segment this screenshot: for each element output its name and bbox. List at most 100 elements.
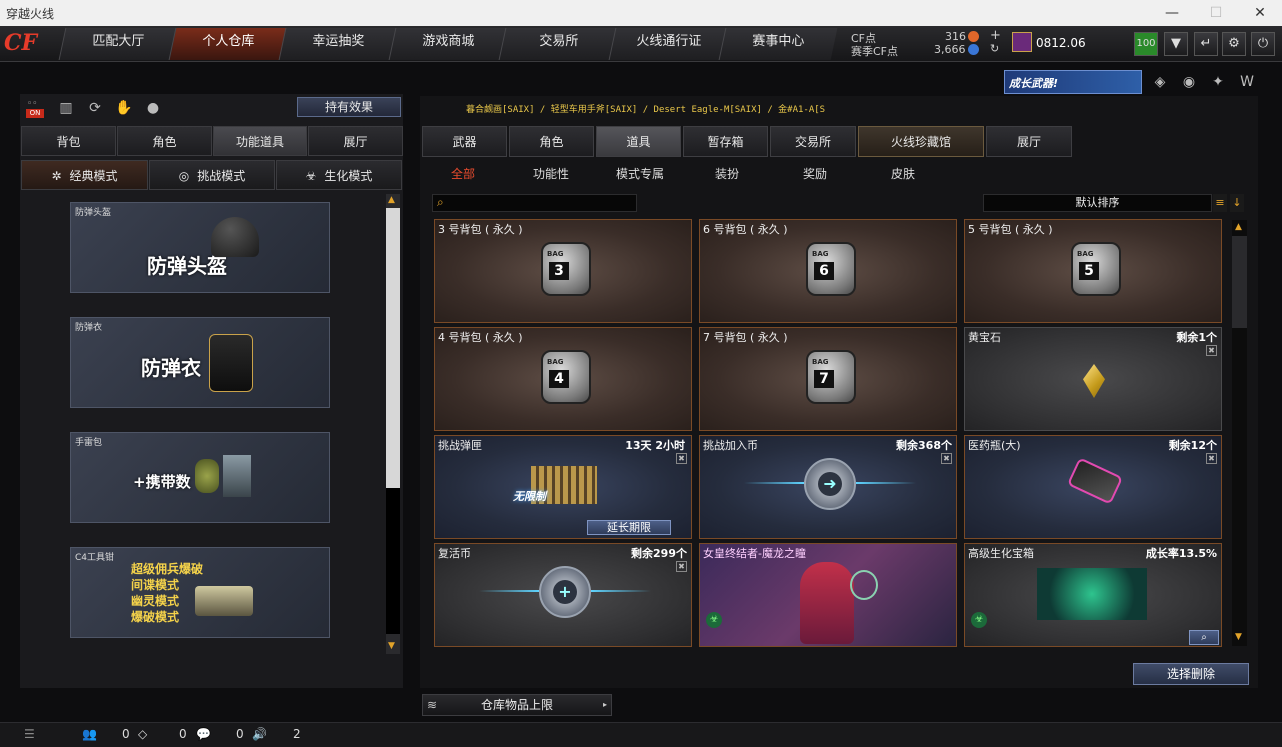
item-card-bag5[interactable]: 5 号背包 ( 永久 ) BAG 5 (964, 219, 1222, 323)
growth-weapon-banner[interactable]: 成长武器! (1004, 70, 1142, 94)
nav-tab-lottery[interactable]: 幸运抽奖 (278, 28, 398, 60)
wing-icon[interactable]: W (1237, 72, 1257, 92)
item-card-bag4[interactable]: 4 号背包 ( 永久 ) BAG 4 (434, 327, 692, 431)
clan-icon[interactable]: ◇ (138, 727, 147, 741)
right-scroll-thumb[interactable] (1232, 236, 1247, 328)
subtab-dress[interactable]: 装扮 (707, 164, 747, 184)
subtab-skin[interactable]: 皮肤 (883, 164, 923, 184)
power-icon[interactable]: ⏻ (1251, 32, 1275, 56)
chat-icon[interactable]: 💬 (196, 727, 211, 741)
equip-slot-c4-tool[interactable]: C4工具钳 超级佣兵爆破 间谍模式 幽灵模式 爆破模式 (70, 547, 330, 638)
subtab-all[interactable]: 全部 (443, 164, 483, 184)
left-scrollbar[interactable]: ▲ ▼ (386, 194, 400, 654)
item-card-challenge-mag[interactable]: 挑战弹匣 13天 2小时 ✖ 无限制 延长期限 (434, 435, 692, 539)
globe-icon[interactable]: ◉ (1179, 72, 1199, 92)
item-card-topaz[interactable]: 黄宝石 剩余1个 ✖ (964, 327, 1222, 431)
backpack-icon: BAG 4 (541, 350, 591, 404)
mode-tab-zombie[interactable]: ☣ 生化模式 (276, 160, 402, 190)
biohazard-icon: ☣ (971, 612, 987, 628)
trash-icon[interactable]: ✖ (1206, 345, 1217, 356)
right-tab-storage[interactable]: 暂存箱 (683, 126, 768, 157)
nav-tab-pass[interactable]: 火线通行证 (608, 28, 728, 60)
list-view-icon[interactable]: ≡ (1213, 194, 1227, 212)
friends-icon[interactable]: 👥 (82, 727, 97, 741)
item-card-bag6[interactable]: 6 号背包 ( 永久 ) BAG 6 (699, 219, 957, 323)
scroll-up-icon[interactable]: ▲ (388, 195, 395, 205)
sort-direction-icon[interactable]: ↓ (1230, 194, 1244, 212)
item-card-revive-coin[interactable]: 复活币 剩余299个 ✖ + (434, 543, 692, 647)
right-tab-weapon[interactable]: 武器 (422, 126, 507, 157)
nav-tab-shop[interactable]: 游戏商城 (388, 28, 508, 60)
right-tab-collection[interactable]: 火线珍藏馆 (858, 126, 984, 157)
revive-coin-icon: + (539, 566, 591, 618)
left-tab-backpack[interactable]: 背包 (21, 126, 116, 156)
item-card-empress[interactable]: 女皇终结者-魔龙之瞳 ☣ (699, 543, 957, 647)
minimize-button[interactable]: — (1150, 0, 1194, 26)
item-card-medkit[interactable]: 医药瓶(大) 剩余12个 ✖ (964, 435, 1222, 539)
item-card-challenge-coin[interactable]: 挑战加入币 剩余368个 ✖ ➜ (699, 435, 957, 539)
subtab-mode[interactable]: 模式专属 (610, 164, 670, 184)
sort-dropdown[interactable]: 默认排序 (983, 194, 1212, 212)
level-badge[interactable]: 100 (1134, 32, 1158, 56)
hold-effect-button[interactable]: 持有效果 (297, 97, 401, 117)
warehouse-limit-button[interactable]: ≋ 仓库物品上限 ▸ (422, 694, 612, 716)
item-card-bio-chest[interactable]: 高级生化宝箱 成长率13.5% ☣ ⌕ (964, 543, 1222, 647)
return-icon[interactable]: ↵ (1194, 32, 1218, 56)
subtab-reward[interactable]: 奖励 (795, 164, 835, 184)
star-icon[interactable]: ✦ (1208, 72, 1228, 92)
unlimited-label: 无限制 (513, 490, 546, 503)
select-delete-button[interactable]: 选择删除 (1133, 663, 1249, 685)
equip-slot-grenade[interactable]: 手雷包 +携带数 (70, 432, 330, 523)
challenge-mode-icon: ◎ (178, 169, 190, 183)
nav-tab-exchange[interactable]: 交易所 (498, 28, 618, 60)
equip-slot-helmet[interactable]: 防弹头盔 防弹头盔 (70, 202, 330, 293)
trash-icon[interactable]: ✖ (941, 453, 952, 464)
scroll-up-icon[interactable]: ▲ (1235, 222, 1242, 232)
pulse-line-left (744, 482, 804, 484)
avatar[interactable] (1012, 32, 1032, 52)
right-tab-showroom[interactable]: 展厅 (986, 126, 1072, 157)
mode-tab-challenge[interactable]: ◎ 挑战模式 (149, 160, 275, 190)
nav-tab-events[interactable]: 赛事中心 (718, 28, 838, 60)
nav-tab-lobby[interactable]: 匹配大厅 (58, 28, 178, 60)
trash-icon[interactable]: ✖ (676, 561, 687, 572)
subtab-functional[interactable]: 功能性 (526, 164, 576, 184)
clan-count: 0 (179, 727, 187, 741)
empress-character-icon (800, 562, 854, 644)
shield-icon[interactable]: ◈ (1150, 72, 1170, 92)
trash-icon[interactable]: ✖ (1206, 453, 1217, 464)
nav-tab-warehouse[interactable]: 个人仓库 (168, 28, 288, 60)
mode-tab-classic[interactable]: ✲ 经典模式 (21, 160, 148, 190)
left-scroll-thumb[interactable] (386, 488, 400, 634)
close-button[interactable]: ✕ (1238, 0, 1282, 26)
left-tab-character[interactable]: 角色 (117, 126, 212, 156)
cycle-icon[interactable]: ⟳ (85, 98, 105, 118)
menu-icon[interactable]: ☰ (24, 727, 35, 741)
magnify-icon[interactable]: ⌕ (1189, 630, 1219, 645)
cf-value: 316 (945, 30, 966, 43)
extend-duration-button[interactable]: 延长期限 (587, 520, 671, 535)
search-input[interactable]: ⌕ (432, 194, 637, 212)
left-tab-items[interactable]: 功能道具 (213, 126, 307, 156)
right-tab-character[interactable]: 角色 (509, 126, 594, 157)
item-card-bag7[interactable]: 7 号背包 ( 永久 ) BAG 7 (699, 327, 957, 431)
speaker-icon[interactable]: 🔊 (252, 727, 267, 741)
rank-icon[interactable]: ▼ (1164, 32, 1188, 56)
right-tab-items[interactable]: 道具 (596, 126, 681, 157)
stats-icon[interactable]: ▥ (56, 98, 76, 118)
scroll-down-icon[interactable]: ▼ (1235, 632, 1242, 642)
gear-icon[interactable]: ⚙ (1222, 32, 1246, 56)
right-tab-exchange[interactable]: 交易所 (770, 126, 856, 157)
scroll-down-icon[interactable]: ▼ (388, 641, 395, 651)
add-cf-icon[interactable]: + (990, 28, 1001, 43)
right-scrollbar[interactable]: ▲ ▼ (1232, 220, 1247, 646)
toggle-icon[interactable]: ◦◦ ON (24, 99, 46, 119)
hand-icon[interactable]: ✋ (114, 98, 134, 118)
left-tab-showroom[interactable]: 展厅 (308, 126, 403, 156)
trash-icon[interactable]: ✖ (676, 453, 687, 464)
maximize-button[interactable]: ☐ (1194, 0, 1238, 26)
bag-icon[interactable]: ● (143, 98, 163, 118)
item-card-bag3[interactable]: 3 号背包 ( 永久 ) BAG 3 (434, 219, 692, 323)
refresh-icon[interactable]: ↻ (990, 42, 999, 55)
equip-slot-vest[interactable]: 防弹衣 防弹衣 (70, 317, 330, 408)
